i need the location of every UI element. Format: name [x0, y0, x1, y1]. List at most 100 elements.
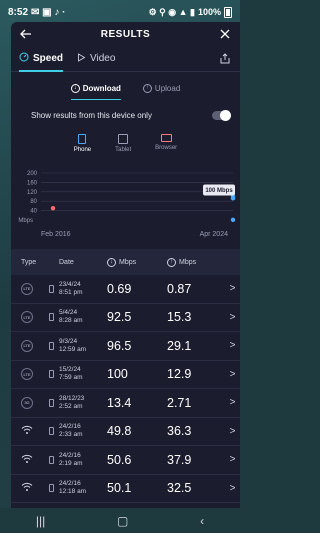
y-tick-label: 160 [27, 180, 38, 186]
status-bar: 8:52 ✉ ▣ ♪ · ⚙ ⚲ ◉ ▲ ▮ 100% [0, 0, 240, 24]
row-device [43, 398, 59, 407]
table-row[interactable]: 3G 28/12/23 2:52 am 13.4 2.71 > [11, 389, 240, 418]
row-datetime: 5/4/24 8:28 am [59, 309, 107, 325]
results-table-header: Type Date ↓ Mbps ↑ Mbps [11, 249, 240, 275]
table-row[interactable]: LTE 23/4/24 8:51 pm 0.69 0.87 > [11, 275, 240, 304]
table-row[interactable]: 24/2/16 2:33 am 49.8 36.3 > [11, 418, 240, 446]
row-date: 24/2/16 [59, 451, 81, 459]
row-time: 8:51 pm [59, 288, 83, 296]
speedometer-icon [19, 52, 29, 65]
table-row[interactable]: LTE 9/3/24 12:59 am 96.5 29.1 > [11, 332, 240, 361]
row-device [43, 313, 59, 322]
signal-icons: ⚙ ⚲ ◉ ▲ ▮ [148, 6, 195, 17]
tablet-icon [118, 134, 129, 144]
row-download: 13.4 [107, 395, 132, 410]
row-time: 2:52 am [59, 402, 83, 410]
row-time: 12:18 am [59, 488, 87, 496]
header-download: ↓ Mbps [107, 257, 167, 267]
status-time: 8:52 [8, 6, 29, 18]
upload-icon: ↑ [167, 257, 176, 267]
row-datetime: 24/2/16 12:18 am [59, 480, 107, 496]
tab-upload[interactable]: ↑ Upload [142, 78, 180, 98]
device-browser[interactable]: Browser [155, 134, 177, 162]
close-icon[interactable] [218, 27, 232, 41]
row-upload: 36.3 [167, 424, 192, 439]
tab-video[interactable]: Video [77, 46, 115, 72]
row-time: 2:33 am [59, 431, 83, 439]
back-icon[interactable]: ‹ [200, 514, 204, 528]
system-nav-bar: ||| ▢ ‹ [0, 508, 240, 533]
browser-icon [160, 134, 172, 142]
table-row[interactable]: LTE 5/4/24 8:28 am 92.5 15.3 > [11, 304, 240, 332]
row-type: 3G [11, 396, 43, 409]
y-tick-label: 80 [30, 199, 37, 205]
header-download-label: Mbps [119, 258, 137, 266]
row-datetime: 15/2/24 7:59 am [59, 366, 107, 382]
chevron-right-icon: > [229, 311, 236, 323]
x-start-label: Feb 2016 [41, 231, 71, 238]
row-type [11, 451, 43, 469]
speed-chart: 200 160 120 80 40 Mbps 100 Mbps [11, 168, 240, 230]
table-row[interactable]: 24/2/16 2:19 am 50.6 37.9 > [11, 446, 240, 475]
row-datetime: 28/12/23 2:52 am [59, 395, 107, 411]
chevron-right-icon: > [229, 397, 236, 409]
results-panel: RESULTS Speed Video ↓ Download ↑ Upload … [11, 22, 240, 508]
network-type-badge: LTE [21, 339, 33, 352]
row-datetime: 24/2/16 2:19 am [59, 452, 107, 468]
share-icon[interactable] [218, 52, 232, 66]
row-device [43, 484, 59, 493]
chevron-right-icon: > [229, 283, 236, 295]
row-upload: 12.9 [167, 367, 192, 382]
row-date: 24/2/16 [59, 480, 81, 488]
phone-icon [48, 455, 54, 464]
tab-download[interactable]: ↓ Download [70, 78, 122, 100]
chart-x-axis: Feb 2016 Apr 2024 [11, 231, 240, 241]
chevron-right-icon: > [229, 425, 236, 437]
chart-point[interactable] [230, 217, 236, 223]
device-browser-label: Browser [155, 145, 178, 151]
row-time: 2:19 am [59, 459, 83, 467]
phone-icon [48, 427, 54, 436]
x-end-label: Apr 2024 [199, 231, 228, 238]
device-tablet-label: Tablet [115, 147, 132, 153]
row-type: LTE [11, 311, 43, 324]
header-upload: ↑ Mbps [167, 257, 225, 267]
row-type: LTE [11, 368, 43, 381]
tab-speed-label: Speed [33, 53, 64, 64]
tab-download-label: Download [82, 83, 121, 93]
download-icon: ↓ [70, 83, 80, 93]
recent-apps-icon[interactable]: ||| [36, 514, 45, 528]
chart-point[interactable] [50, 206, 56, 211]
chevron-right-icon: > [229, 340, 236, 352]
row-type [11, 479, 43, 497]
row-date: 9/3/24 [59, 337, 78, 345]
y-axis-label: Mbps [18, 218, 33, 224]
row-device [43, 370, 59, 379]
row-time: 8:28 am [59, 317, 83, 325]
row-date: 28/12/23 [59, 394, 85, 402]
device-tablet[interactable]: Tablet [115, 134, 131, 162]
device-filter-toggle[interactable] [212, 109, 231, 121]
row-datetime: 9/3/24 12:59 am [59, 338, 107, 354]
phone-icon [78, 134, 87, 144]
wifi-icon [21, 422, 33, 440]
wifi-icon [21, 451, 33, 469]
row-download: 96.5 [107, 338, 132, 353]
row-date: 24/2/16 [59, 423, 81, 431]
table-row[interactable]: 24/2/16 12:18 am 50.1 32.5 > [11, 475, 240, 503]
chart-point[interactable] [230, 196, 236, 201]
row-upload: 29.1 [167, 338, 192, 353]
tab-speed[interactable]: Speed [19, 46, 64, 72]
chart-svg: 200 160 120 80 40 Mbps 100 Mbps [18, 171, 236, 224]
chevron-right-icon: > [229, 482, 236, 494]
upload-icon: ↑ [142, 83, 152, 93]
device-phone[interactable]: Phone [74, 134, 91, 162]
back-arrow-icon[interactable] [19, 27, 33, 41]
top-bar: RESULTS [11, 22, 240, 46]
y-tick-label: 40 [30, 209, 37, 215]
row-date: 15/2/24 [59, 366, 81, 374]
row-date: 5/4/24 [59, 309, 78, 317]
row-type: LTE [11, 282, 43, 295]
table-row[interactable]: LTE 15/2/24 7:59 am 100 12.9 > [11, 361, 240, 389]
home-icon[interactable]: ▢ [117, 514, 128, 528]
